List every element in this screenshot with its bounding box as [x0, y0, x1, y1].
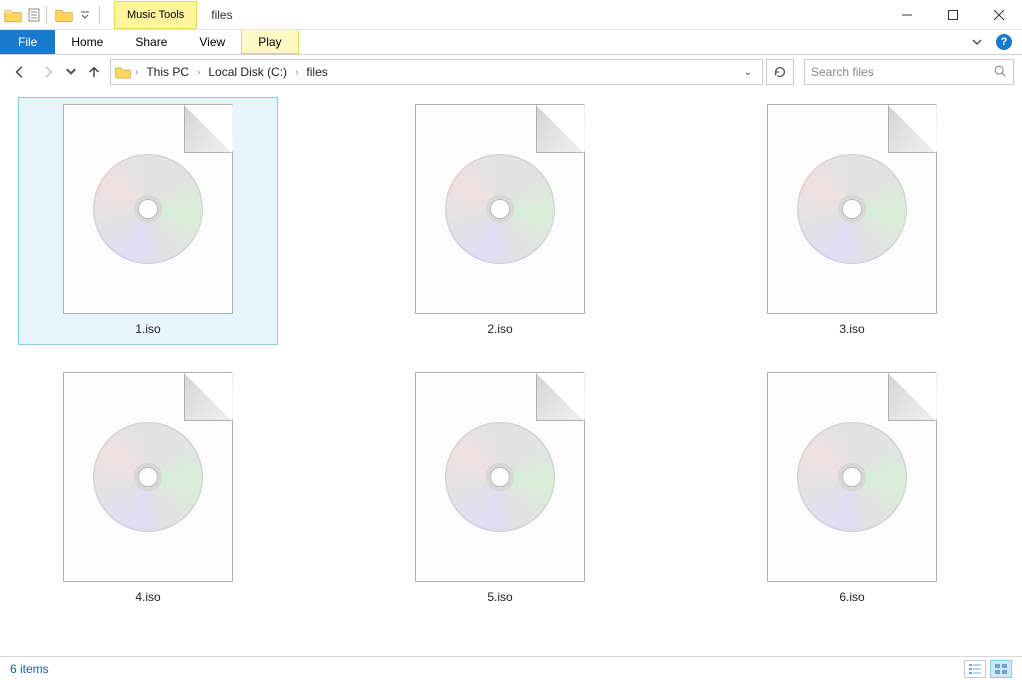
file-name-label: 4.iso — [135, 590, 160, 604]
share-tab[interactable]: Share — [119, 30, 183, 54]
iso-file-icon — [63, 372, 233, 582]
breadcrumb-chevron-icon[interactable]: › — [195, 67, 202, 78]
iso-file-icon — [415, 104, 585, 314]
music-tools-tab-header: Music Tools — [114, 1, 197, 29]
iso-file-icon — [63, 104, 233, 314]
status-bar: 6 items — [0, 656, 1022, 680]
address-dropdown-icon[interactable]: ⌄ — [738, 67, 758, 78]
breadcrumb-this-pc[interactable]: This PC — [140, 60, 195, 84]
address-bar[interactable]: › This PC › Local Disk (C:) › files ⌄ — [110, 59, 763, 85]
file-item[interactable]: 3.iso — [722, 97, 982, 345]
play-tab[interactable]: Play — [241, 30, 298, 54]
file-item[interactable]: 2.iso — [370, 97, 630, 345]
file-name-label: 6.iso — [839, 590, 864, 604]
location-folder-icon — [113, 65, 133, 79]
minimize-button[interactable] — [884, 0, 930, 29]
quick-access-toolbar — [0, 0, 104, 29]
breadcrumb-files[interactable]: files — [300, 60, 333, 84]
close-button[interactable] — [976, 0, 1022, 29]
breadcrumb-local-disk[interactable]: Local Disk (C:) — [202, 60, 293, 84]
forward-button[interactable] — [36, 60, 60, 84]
ribbon-tabs: File Home Share View Play ? — [0, 30, 1022, 55]
file-view-area[interactable]: 1.iso 2.iso 3.iso 4.iso 5.iso 6.iso — [0, 89, 1022, 656]
up-button[interactable] — [82, 60, 106, 84]
file-item[interactable]: 5.iso — [370, 365, 630, 613]
iso-file-icon — [767, 104, 937, 314]
file-name-label: 3.iso — [839, 322, 864, 336]
maximize-button[interactable] — [930, 0, 976, 29]
qat-separator — [46, 6, 47, 24]
ribbon-expand-icon[interactable] — [968, 33, 986, 51]
file-name-label: 2.iso — [487, 322, 512, 336]
new-folder-icon[interactable] — [53, 4, 75, 26]
qat-dropdown-icon[interactable] — [77, 7, 93, 23]
view-tab[interactable]: View — [183, 30, 241, 54]
breadcrumb-chevron-icon[interactable]: › — [293, 67, 300, 78]
item-count-label: 6 items — [10, 662, 49, 676]
file-name-label: 1.iso — [135, 322, 160, 336]
search-input[interactable] — [811, 65, 993, 79]
home-tab[interactable]: Home — [55, 30, 119, 54]
help-icon[interactable]: ? — [996, 34, 1012, 50]
navigation-bar: › This PC › Local Disk (C:) › files ⌄ — [0, 55, 1022, 89]
search-box[interactable] — [804, 59, 1014, 85]
file-tab[interactable]: File — [0, 30, 55, 54]
breadcrumb-chevron-icon[interactable]: › — [133, 67, 140, 78]
folder-app-icon — [2, 4, 24, 26]
iso-file-icon — [767, 372, 937, 582]
file-item[interactable]: 6.iso — [722, 365, 982, 613]
title-bar: Music Tools files — [0, 0, 1022, 30]
iso-file-icon — [415, 372, 585, 582]
file-item[interactable]: 4.iso — [18, 365, 278, 613]
properties-icon[interactable] — [26, 7, 42, 23]
search-icon[interactable] — [993, 64, 1007, 81]
window-title: files — [211, 8, 232, 22]
window-controls — [884, 0, 1022, 29]
contextual-tab-group: Music Tools — [114, 0, 197, 29]
file-grid: 1.iso 2.iso 3.iso 4.iso 5.iso 6.iso — [18, 97, 1004, 613]
thumbnails-view-button[interactable] — [990, 660, 1012, 678]
qat-separator-2 — [99, 6, 100, 24]
file-name-label: 5.iso — [487, 590, 512, 604]
recent-locations-icon[interactable] — [64, 60, 78, 84]
refresh-button[interactable] — [766, 59, 794, 85]
file-item[interactable]: 1.iso — [18, 97, 278, 345]
details-view-button[interactable] — [964, 660, 986, 678]
back-button[interactable] — [8, 60, 32, 84]
